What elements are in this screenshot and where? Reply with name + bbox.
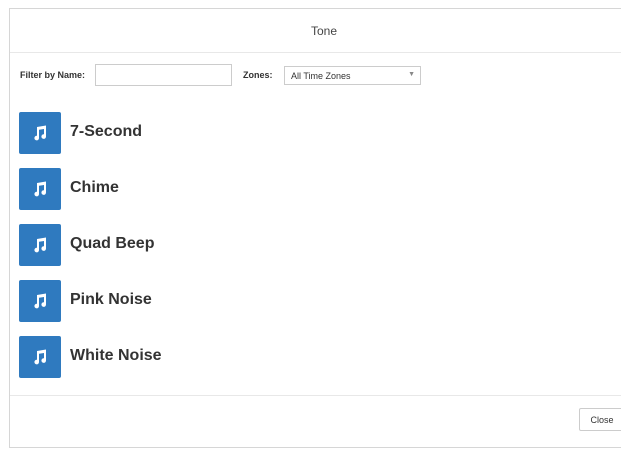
music-note-icon bbox=[19, 280, 61, 322]
filter-bar: Filter by Name: Zones: All Time Zones ▼ bbox=[10, 64, 621, 88]
tone-item-pink-noise[interactable]: Pink Noise bbox=[19, 280, 609, 336]
zones-label: Zones: bbox=[243, 70, 273, 80]
dialog-title: Tone bbox=[310, 23, 338, 38]
dialog-footer: Close bbox=[10, 395, 621, 450]
tone-item-label: Pink Noise bbox=[70, 291, 152, 308]
music-note-icon bbox=[19, 224, 61, 266]
close-button[interactable]: Close bbox=[579, 408, 621, 431]
music-note-icon bbox=[19, 112, 61, 154]
filter-by-name-input[interactable] bbox=[95, 64, 232, 86]
tone-item-label: Quad Beep bbox=[70, 235, 155, 252]
chevron-down-icon: ▼ bbox=[408, 71, 415, 78]
filter-by-name-label: Filter by Name: bbox=[20, 70, 86, 80]
zones-selected-value: All Time Zones bbox=[291, 71, 351, 81]
music-note-icon bbox=[19, 168, 61, 210]
dialog-header: Tone bbox=[10, 9, 621, 53]
tone-list: 7-Second Chime Quad Beep Pink Noise Whit… bbox=[19, 112, 609, 392]
music-note-icon bbox=[19, 336, 61, 378]
tone-dialog: Tone Filter by Name: Zones: All Time Zon… bbox=[9, 8, 621, 448]
tone-item-label: White Noise bbox=[70, 347, 162, 364]
tone-item-chime[interactable]: Chime bbox=[19, 168, 609, 224]
tone-item-label: Chime bbox=[70, 179, 119, 196]
tone-item-white-noise[interactable]: White Noise bbox=[19, 336, 609, 392]
tone-item-label: 7-Second bbox=[70, 123, 143, 140]
zones-dropdown[interactable]: All Time Zones ▼ bbox=[284, 66, 421, 85]
tone-item-7-second[interactable]: 7-Second bbox=[19, 112, 609, 168]
tone-item-quad-beep[interactable]: Quad Beep bbox=[19, 224, 609, 280]
